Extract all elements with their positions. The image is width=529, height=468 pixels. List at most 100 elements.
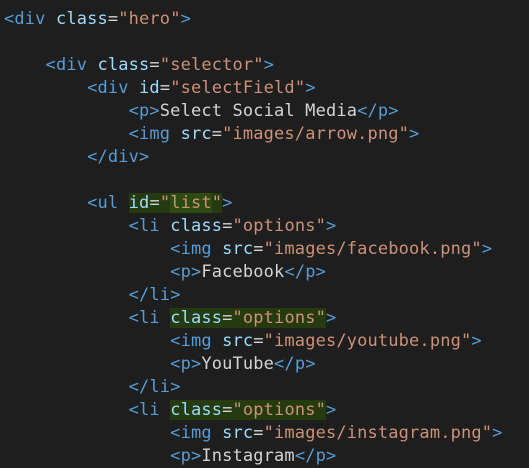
code-token-attr: class [170, 308, 223, 328]
code-token-text: Facebook [201, 262, 285, 282]
code-line[interactable]: </li> [4, 376, 181, 399]
code-token-tag: img [180, 423, 212, 443]
code-token-tag: p [180, 262, 191, 282]
code-token-punct: > [190, 354, 202, 374]
code-token-text: YouTube [201, 354, 275, 374]
code-line[interactable]: </li> [4, 284, 181, 307]
code-token-eq: = [107, 9, 119, 29]
code-token-punct: </ [128, 377, 150, 397]
code-token-str: list [170, 193, 212, 213]
code-token-punct: > [325, 446, 337, 466]
code-line[interactable]: <img src="images/arrow.png"> [4, 123, 420, 146]
code-token-tag: p [305, 262, 316, 282]
code-token-punct: > [170, 285, 181, 305]
code-token-tag: div [107, 147, 140, 167]
code-token-punct: </ [284, 262, 306, 282]
code-editor[interactable]: <div class="hero"> <div class="selector"… [0, 0, 529, 468]
code-token-tag: div [14, 9, 46, 29]
code-token-punct: < [170, 423, 181, 443]
code-token-punct: </ [87, 147, 108, 167]
code-token-str: "selector" [159, 55, 264, 75]
code-token-punct: > [190, 446, 202, 466]
code-token-tag: p [139, 101, 150, 121]
code-token-tag: p [180, 354, 191, 374]
code-token-punct: < [170, 354, 181, 374]
code-line[interactable]: <ul id="list"> [4, 192, 233, 215]
code-token-eq: = [222, 400, 233, 420]
code-token-text: Select Social Media [159, 101, 358, 121]
code-token-tag: li [139, 400, 160, 420]
code-token-punct: > [471, 331, 482, 351]
code-token-str: "options" [232, 308, 326, 328]
code-line[interactable]: <img src="images/facebook.png"> [4, 238, 492, 261]
code-token-str: " [159, 193, 171, 213]
code-token-tag: img [180, 239, 212, 259]
code-line[interactable]: <p>Facebook</p> [4, 261, 326, 284]
code-token-tag: li [139, 216, 160, 236]
code-token-tag: p [315, 446, 326, 466]
code-token-punct: > [325, 308, 337, 328]
code-line[interactable]: <div id="selectField"> [4, 77, 316, 100]
code-token-eq: = [253, 423, 264, 443]
code-token-eq: = [159, 78, 171, 98]
code-token-punct: </ [294, 446, 316, 466]
code-token-str: "images/youtube.png" [263, 331, 472, 351]
code-token-punct: > [190, 262, 202, 282]
code-token-punct: < [170, 239, 181, 259]
code-token-tag: p [180, 446, 191, 466]
code-token-tag: img [180, 331, 212, 351]
code-line[interactable]: <div class="hero"> [4, 8, 191, 31]
code-token-str: " [211, 193, 223, 213]
code-token-punct: < [128, 124, 140, 144]
code-line[interactable]: <img src="images/youtube.png"> [4, 330, 482, 353]
code-token-punct: > [263, 55, 275, 75]
code-token-punct: > [305, 354, 316, 374]
code-token-punct: < [170, 446, 181, 466]
code-line[interactable]: <p>YouTube</p> [4, 353, 316, 376]
code-line[interactable]: <p>Instagram</p> [4, 445, 336, 468]
code-token-tag: li [139, 308, 160, 328]
code-token-tag: li [149, 285, 171, 305]
code-token-punct: > [492, 423, 503, 443]
code-token-punct: < [4, 9, 15, 29]
code-token-punct: < [128, 101, 140, 121]
code-token-punct: > [305, 78, 316, 98]
code-line[interactable]: <li class="options"> [4, 307, 336, 330]
code-token-attr: class [170, 216, 223, 236]
code-token-tag: p [294, 354, 306, 374]
code-token-str: "images/arrow.png" [222, 124, 410, 144]
code-token-attr: class [97, 55, 150, 75]
code-line[interactable]: <div class="selector"> [4, 54, 274, 77]
code-token-attr: class [170, 400, 223, 420]
code-token-punct: > [170, 377, 181, 397]
code-token-punct: </ [274, 354, 295, 374]
code-line[interactable]: </div> [4, 146, 149, 169]
code-token-str: "images/facebook.png" [263, 239, 482, 259]
code-line[interactable]: <li class="options"> [4, 215, 337, 238]
code-token-punct: < [128, 400, 140, 420]
code-token-punct: > [149, 101, 160, 121]
code-line[interactable]: <img src="images/instagram.png"> [4, 422, 503, 445]
code-line[interactable]: <p>Select Social Media</p> [4, 100, 399, 123]
code-token-attr: class [55, 9, 108, 29]
code-line[interactable]: <li class="options"> [4, 399, 336, 422]
